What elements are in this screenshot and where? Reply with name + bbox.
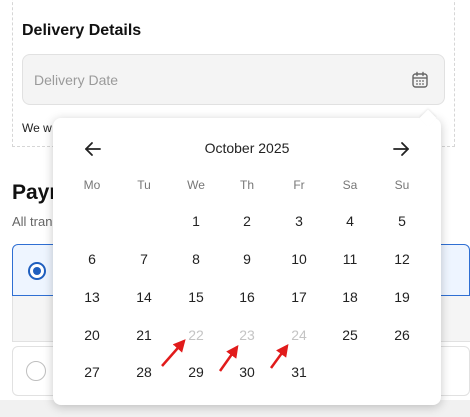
calendar-day[interactable]: 16 <box>227 289 267 305</box>
payment-subtitle: All tran <box>12 214 53 229</box>
calendar-day-disabled: 23 <box>239 327 255 343</box>
calendar-day[interactable]: 14 <box>124 289 164 305</box>
payment-radio-unselected[interactable] <box>26 361 46 381</box>
calendar-day[interactable]: 11 <box>330 251 370 267</box>
delivery-date-placeholder: Delivery Date <box>34 72 119 88</box>
calendar-popup: October 2025 Mo Tu We Th Fr Sa Su 1 2 3 4 5 6 7 8 9 10 11… <box>53 118 441 405</box>
weekday-label: Th <box>239 178 254 192</box>
delivery-note-text: We w <box>22 121 52 135</box>
arrow-right-icon[interactable] <box>389 138 413 160</box>
checkout-page: Delivery Details Delivery Date We w Payn… <box>0 0 470 417</box>
delivery-title: Delivery Details <box>22 22 142 39</box>
calendar-day[interactable]: 13 <box>72 289 112 305</box>
calendar-day[interactable]: 8 <box>176 251 216 267</box>
calendar-day[interactable]: 30 <box>227 364 267 380</box>
calendar-day[interactable]: 15 <box>176 289 216 305</box>
weekday-label: Su <box>394 178 410 192</box>
calendar-day-disabled: 22 <box>188 327 204 343</box>
calendar-day[interactable]: 28 <box>124 364 164 380</box>
calendar-day[interactable]: 21 <box>124 327 164 343</box>
calendar-day[interactable]: 9 <box>227 251 267 267</box>
payment-radio-selected[interactable] <box>28 262 46 280</box>
calendar-day[interactable]: 3 <box>279 213 319 229</box>
calendar-day[interactable]: 19 <box>382 289 422 305</box>
weekday-label: Fr <box>293 178 305 192</box>
calendar-day[interactable]: 20 <box>72 327 112 343</box>
calendar-day[interactable]: 17 <box>279 289 319 305</box>
calendar-day[interactable]: 1 <box>176 213 216 229</box>
calendar-day[interactable]: 2 <box>227 213 267 229</box>
weekday-label: Sa <box>342 178 358 192</box>
calendar-day[interactable]: 5 <box>382 213 422 229</box>
calendar-day[interactable]: 10 <box>279 251 319 267</box>
calendar-day[interactable]: 26 <box>382 327 422 343</box>
weekday-label: Mo <box>83 178 101 192</box>
delivery-date-field[interactable]: Delivery Date <box>22 54 445 105</box>
calendar-icon[interactable] <box>410 70 430 90</box>
calendar-day[interactable]: 27 <box>72 364 112 380</box>
calendar-day[interactable]: 31 <box>279 364 319 380</box>
calendar-day-disabled: 24 <box>291 327 307 343</box>
calendar-day[interactable]: 25 <box>330 327 370 343</box>
calendar-day[interactable]: 4 <box>330 213 370 229</box>
calendar-day[interactable]: 18 <box>330 289 370 305</box>
calendar-day[interactable]: 29 <box>176 364 216 380</box>
calendar-month-label: October 2025 <box>204 140 290 156</box>
weekday-label: We <box>187 178 205 192</box>
calendar-day[interactable]: 12 <box>382 251 422 267</box>
calendar-day[interactable]: 7 <box>124 251 164 267</box>
calendar-day[interactable]: 6 <box>72 251 112 267</box>
weekday-label: Tu <box>137 178 151 192</box>
